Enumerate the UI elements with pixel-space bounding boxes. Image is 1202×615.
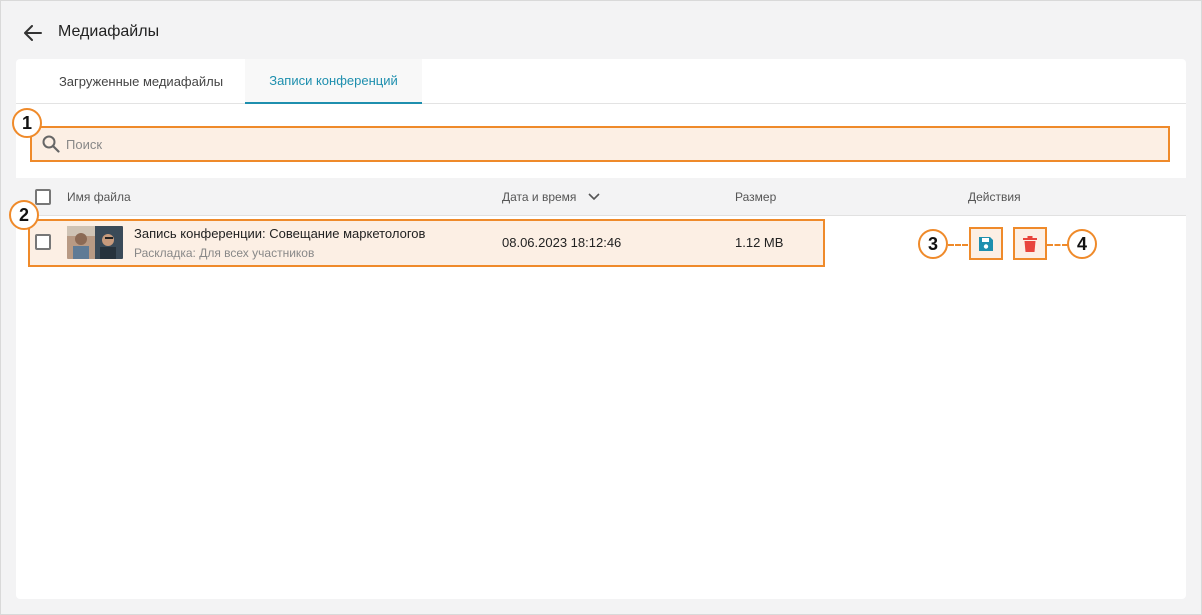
trash-icon	[1023, 235, 1037, 252]
recording-datetime: 08.06.2023 18:12:46	[502, 235, 622, 250]
search-icon	[42, 135, 60, 153]
save-button[interactable]	[969, 227, 1003, 260]
callout-4: 4	[1067, 229, 1097, 259]
callout-4-connector	[1047, 244, 1068, 246]
tab-conference-recordings[interactable]: Записи конференций	[245, 59, 422, 104]
callout-3: 3	[918, 229, 948, 259]
recording-title: Запись конференции: Совещание маркетолог…	[134, 226, 426, 241]
arrow-left-icon	[24, 25, 42, 41]
recording-thumbnail	[67, 226, 123, 259]
callout-3-connector	[948, 244, 968, 246]
back-button[interactable]	[22, 22, 44, 44]
column-datetime[interactable]: Дата и время	[502, 178, 600, 216]
column-actions: Действия	[968, 190, 1021, 204]
search-input[interactable]	[66, 136, 1146, 152]
column-filename: Имя файла	[67, 190, 131, 204]
callout-1: 1	[12, 108, 42, 138]
tab-bar: Загруженные медиафайлы Записи конференци…	[16, 59, 1186, 104]
column-datetime-label: Дата и время	[502, 190, 577, 204]
table-header: Имя файла Дата и время Размер Действия	[16, 178, 1186, 216]
search-box	[30, 126, 1170, 162]
media-card: Загруженные медиафайлы Записи конференци…	[16, 59, 1186, 599]
page-title: Медиафайлы	[58, 23, 160, 40]
recording-layout: Раскладка: Для всех участников	[134, 246, 315, 260]
callout-2: 2	[9, 200, 39, 230]
chevron-down-icon[interactable]	[588, 193, 600, 201]
delete-button[interactable]	[1013, 227, 1047, 260]
save-icon	[979, 236, 993, 251]
row-checkbox[interactable]	[35, 234, 51, 250]
select-all-checkbox[interactable]	[35, 189, 51, 205]
column-size: Размер	[735, 190, 777, 204]
top-bar: Медиафайлы	[0, 0, 1202, 60]
recording-size: 1.12 MB	[735, 235, 784, 250]
tab-uploaded-media[interactable]: Загруженные медиафайлы	[38, 59, 244, 104]
